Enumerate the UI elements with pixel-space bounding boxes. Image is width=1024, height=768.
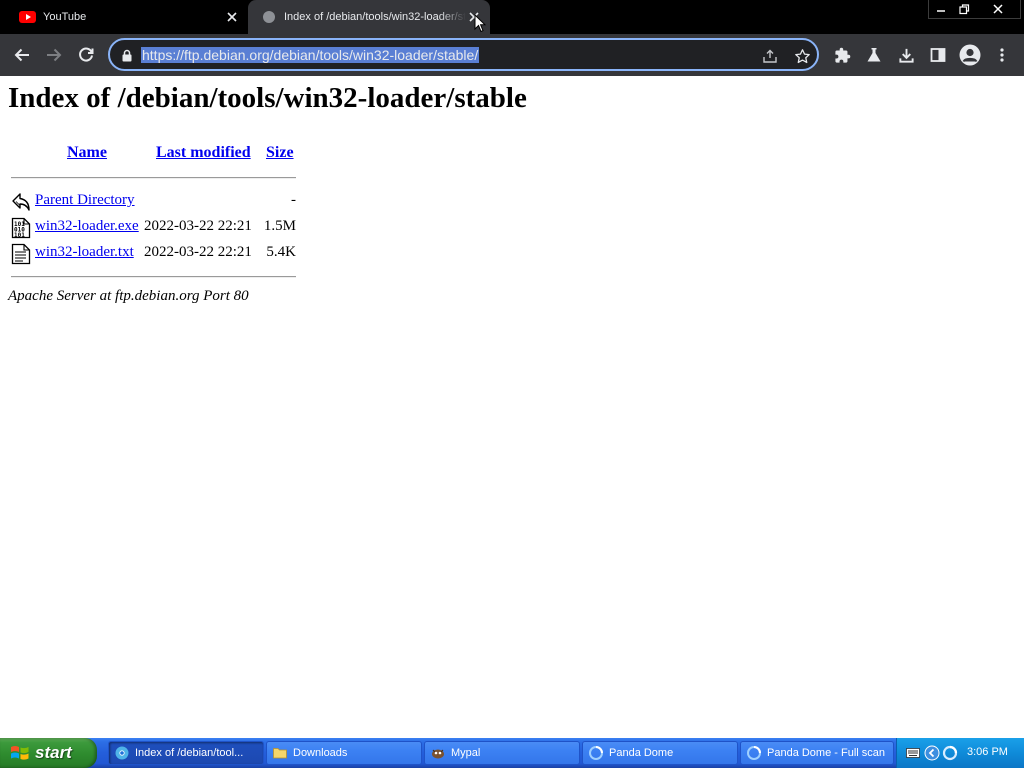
tab-title: YouTube [43, 11, 87, 23]
restore-button[interactable] [952, 0, 977, 19]
taskbar-item-panda-scan[interactable]: Panda Dome - Full scan [740, 741, 894, 765]
parent-directory-link[interactable]: Parent Directory [35, 192, 135, 209]
back-button[interactable] [6, 39, 38, 71]
download-icon [898, 48, 914, 63]
system-tray: 3:06 PM [896, 738, 1024, 768]
taskbar-item-browser[interactable]: Index of /debian/tool... [108, 741, 264, 765]
divider [11, 276, 296, 278]
labs-button[interactable] [858, 39, 890, 71]
size-cell: 5.4K [266, 244, 296, 260]
menu-button[interactable] [986, 39, 1018, 71]
server-signature: Apache Server at ftp.debian.org Port 80 [8, 288, 249, 304]
taskbar-item-label: Mypal [451, 747, 481, 759]
side-panel-button[interactable] [922, 39, 954, 71]
folder-icon [273, 746, 287, 760]
size-cell: - [291, 192, 296, 208]
taskbar-item-panda-dome[interactable]: Panda Dome [582, 741, 738, 765]
reload-button[interactable] [70, 39, 102, 71]
panda-icon [747, 746, 761, 760]
share-icon[interactable] [760, 46, 780, 66]
avatar-icon [959, 44, 981, 66]
globe-icon [260, 11, 277, 24]
taskbar: start Index of /debian/tool... Downloads… [0, 738, 1024, 768]
start-label: start [35, 743, 72, 762]
bookmark-star-icon[interactable] [792, 46, 812, 66]
table-row: Parent Directory - [0, 189, 320, 213]
taskbar-item-label: Index of /debian/tool... [135, 747, 244, 759]
table-row: 101 010 101 win32-loader.exe 2022-03-22 … [0, 215, 320, 239]
page-title: Index of /debian/tools/win32-loader/stab… [8, 82, 527, 114]
puzzle-icon [834, 47, 850, 63]
tab-strip: YouTube Index of /debian/tools/win32-loa… [0, 0, 1024, 34]
browser-toolbar: https://ftp.debian.org/debian/tools/win3… [0, 34, 1024, 76]
lock-icon[interactable] [120, 48, 134, 62]
modified-cell: 2022-03-22 22:21 [144, 244, 252, 260]
close-window-button[interactable] [976, 0, 1021, 19]
mouse-cursor-icon [474, 14, 486, 33]
forward-button[interactable] [38, 39, 70, 71]
windows-logo-icon [10, 744, 30, 762]
binary-file-icon: 101 010 101 [11, 217, 31, 239]
kebab-menu-icon [1000, 48, 1004, 62]
forward-arrow-icon [47, 48, 62, 62]
taskbar-item-label: Panda Dome [609, 747, 674, 759]
reload-icon [79, 47, 94, 62]
start-button[interactable]: start [0, 738, 97, 768]
page-content: Index of /debian/tools/win32-loader/stab… [0, 76, 1024, 738]
divider [11, 177, 296, 179]
file-link[interactable]: win32-loader.exe [35, 218, 139, 235]
chrome-icon [115, 746, 129, 760]
back-icon [12, 193, 30, 211]
sort-by-name-link[interactable]: Name [67, 144, 107, 162]
minimize-button[interactable] [928, 0, 954, 19]
taskbar-item-mypal[interactable]: Mypal [424, 741, 580, 765]
svg-text:101: 101 [14, 232, 25, 239]
panda-icon [589, 746, 603, 760]
flask-icon [867, 48, 881, 62]
taskbar-item-label: Panda Dome - Full scan [767, 747, 885, 759]
sort-by-last-modified-link[interactable]: Last modified [156, 144, 251, 162]
downloads-button[interactable] [890, 39, 922, 71]
back-arrow-icon [14, 48, 29, 62]
text-file-icon [11, 243, 31, 265]
youtube-icon [19, 11, 36, 24]
address-bar[interactable]: https://ftp.debian.org/debian/tools/win3… [108, 38, 819, 71]
profile-button[interactable] [954, 39, 986, 71]
sort-by-size-link[interactable]: Size [266, 144, 294, 162]
chevron-left-icon[interactable] [924, 745, 940, 761]
side-panel-icon [930, 48, 946, 62]
taskbar-item-downloads[interactable]: Downloads [266, 741, 422, 765]
close-tab-icon[interactable] [224, 9, 240, 25]
tab-debian-index[interactable]: Index of /debian/tools/win32-loader/stab… [248, 0, 490, 34]
url-text[interactable]: https://ftp.debian.org/debian/tools/win3… [141, 47, 480, 63]
tab-title: Index of /debian/tools/win32-loader/stab… [284, 11, 466, 23]
table-row: win32-loader.txt 2022-03-22 22:21 5.4K [0, 241, 320, 265]
size-cell: 1.5M [263, 218, 296, 234]
extensions-button[interactable] [826, 39, 858, 71]
tab-youtube[interactable]: YouTube [0, 0, 246, 34]
modified-cell: 2022-03-22 22:21 [144, 218, 252, 234]
mypal-icon [431, 746, 445, 760]
taskbar-item-label: Downloads [293, 747, 348, 759]
keyboard-icon[interactable] [905, 745, 921, 761]
file-link[interactable]: win32-loader.txt [35, 244, 134, 261]
taskbar-clock: 3:06 PM [967, 746, 1008, 758]
panda-tray-icon[interactable] [942, 745, 958, 761]
